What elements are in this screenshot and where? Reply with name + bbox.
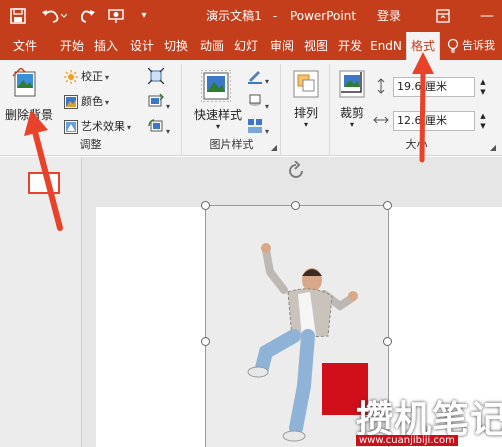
reset-picture-button[interactable]: ▾: [148, 118, 170, 136]
annotation-arrow-left: [22, 108, 82, 238]
arrange-group: 排列 ▾: [282, 64, 330, 156]
change-picture-button[interactable]: ▾: [148, 93, 170, 111]
picture-effects-button[interactable]: ▾: [247, 93, 269, 111]
height-spinner[interactable]: ▲ ▼: [477, 77, 489, 97]
watermark-url: www.cuanjibiji.com: [356, 435, 458, 446]
tab-design[interactable]: 设计: [126, 32, 158, 60]
tab-slideshow[interactable]: 幻灯: [230, 32, 262, 60]
tab-file[interactable]: 文件: [4, 32, 46, 60]
redo-icon[interactable]: [78, 0, 98, 32]
lightbulb-icon: [446, 32, 460, 60]
remove-background-icon: [13, 68, 36, 97]
dialog-launcher-icon[interactable]: ◢: [490, 143, 496, 152]
chevron-down-icon: ▾: [166, 127, 171, 136]
undo-icon[interactable]: [40, 0, 68, 32]
tab-transitions[interactable]: 切换: [160, 32, 192, 60]
title-separator: -: [272, 9, 278, 23]
crop-button[interactable]: 裁剪 ▾: [333, 66, 371, 136]
compress-pictures-button[interactable]: [147, 67, 165, 86]
ribbon-display-icon[interactable]: [432, 0, 454, 32]
reset-picture-icon: [148, 119, 163, 132]
arrange-button[interactable]: 排列 ▾: [284, 66, 328, 136]
change-picture-icon: [148, 93, 164, 107]
doc-title: 演示文稿1: [206, 9, 262, 23]
color-icon: [64, 95, 78, 109]
tab-animations[interactable]: 动画: [196, 32, 228, 60]
chevron-down-icon: ▾: [105, 73, 110, 82]
height-icon: [373, 78, 393, 96]
resize-handle-top-right[interactable]: [383, 201, 392, 210]
annotation-arrow-right: [408, 52, 438, 164]
tab-developer[interactable]: 开发: [334, 32, 366, 60]
width-icon: [373, 112, 393, 130]
tell-me-search[interactable]: 告诉我: [462, 32, 502, 60]
picture-layout-button[interactable]: ▾: [247, 118, 269, 136]
arrange-label: 排列: [293, 106, 318, 120]
quick-styles-button[interactable]: 快速样式 ▾: [187, 66, 245, 132]
picture-styles-group-label: 图片样式: [209, 138, 254, 151]
compress-pictures-icon: [147, 67, 165, 85]
login-link[interactable]: 登录: [372, 0, 406, 32]
sun-icon: [64, 70, 78, 84]
title-bar: ▾ 演示文稿1 - PowerPoint 登录 —: [0, 0, 502, 32]
quick-styles-icon: [201, 70, 231, 102]
chevron-down-icon: ▾: [265, 102, 270, 111]
picture-layout-icon: [248, 119, 262, 133]
pen-icon: [248, 71, 262, 84]
chevron-down-icon: ▾: [265, 77, 270, 86]
corrections-button[interactable]: 校正 ▾: [64, 68, 109, 86]
crop-icon: [339, 70, 365, 98]
chevron-down-icon: ▾: [166, 102, 171, 111]
picture-border-button[interactable]: ▾: [247, 68, 269, 86]
chevron-down-icon: ▾: [265, 127, 270, 136]
crop-label: 裁剪: [339, 106, 364, 120]
tab-review[interactable]: 审阅: [266, 32, 298, 60]
width-spinner[interactable]: ▲ ▼: [477, 111, 489, 131]
dialog-launcher-icon[interactable]: ◢: [271, 143, 277, 152]
tab-insert[interactable]: 插入: [90, 32, 122, 60]
chevron-down-icon: ▾: [105, 98, 110, 107]
save-icon[interactable]: [8, 0, 28, 32]
chevron-down-icon: ▾: [303, 120, 308, 129]
watermark-logo: 攒机笔记 www.cuanjibiji.com: [322, 363, 502, 447]
chevron-down-icon: ▾: [127, 123, 132, 132]
resize-handle-top[interactable]: [291, 201, 300, 210]
color-label: 颜色: [81, 95, 103, 108]
picture-effects-icon: [249, 94, 261, 106]
resize-handle-top-left[interactable]: [201, 201, 210, 210]
tab-view[interactable]: 视图: [300, 32, 332, 60]
resize-handle-right[interactable]: [383, 337, 392, 346]
resize-handle-left[interactable]: [201, 337, 210, 346]
artistic-effects-label: 艺术效果: [81, 120, 125, 133]
tab-home[interactable]: 开始: [56, 32, 88, 60]
picture-styles-group: 快速样式 ▾ ▾ ▾ ▾ 图片样式 ◢: [183, 64, 281, 156]
corrections-label: 校正: [81, 70, 103, 83]
chevron-down-icon: ▾: [349, 120, 354, 129]
rotate-handle-icon[interactable]: [286, 160, 306, 181]
tab-endnote[interactable]: EndN: [368, 32, 404, 60]
start-from-beginning-icon[interactable]: [106, 0, 128, 32]
app-name: PowerPoint: [289, 9, 357, 23]
arrange-icon: [293, 70, 319, 98]
chevron-down-icon: ▾: [215, 122, 220, 131]
quick-styles-label: 快速样式: [193, 108, 242, 122]
minimize-icon[interactable]: —: [478, 0, 496, 32]
customize-qat-icon[interactable]: ▾: [138, 0, 150, 32]
